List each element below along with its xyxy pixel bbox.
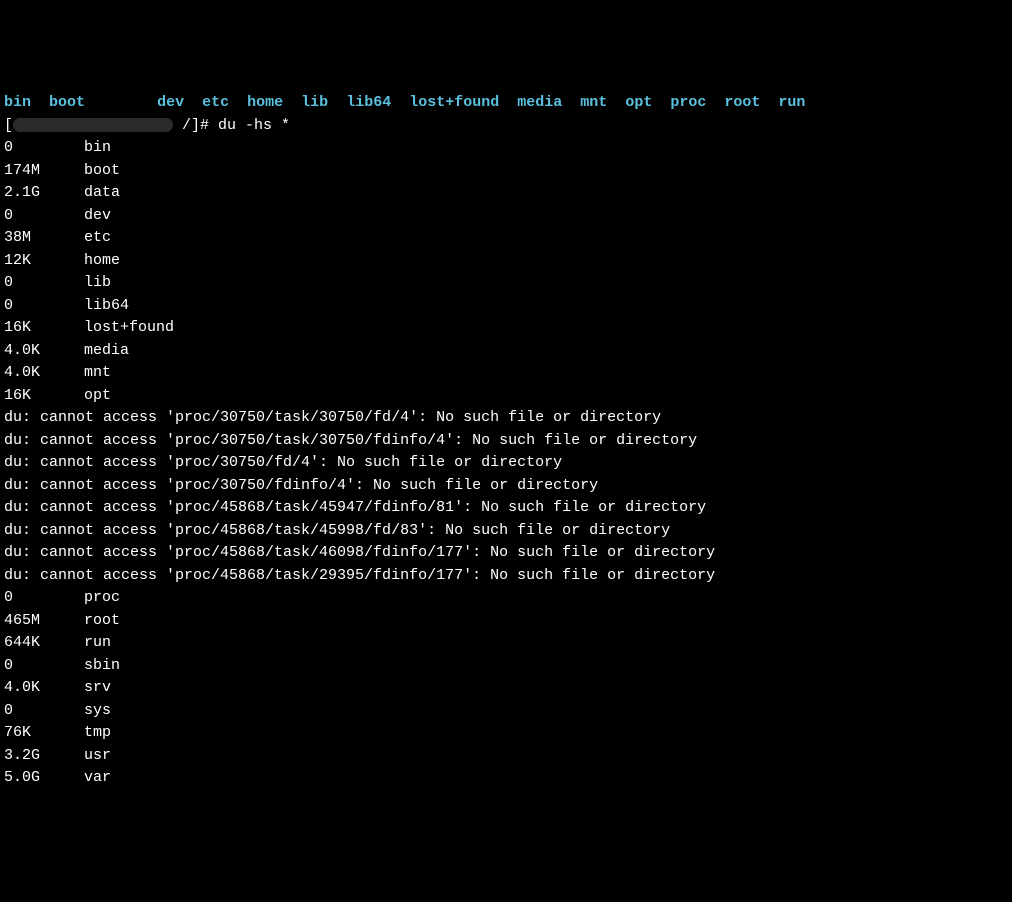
du-size: 16K — [4, 385, 84, 408]
du-name: tmp — [84, 722, 111, 745]
du-size: 2.1G — [4, 182, 84, 205]
du-size: 3.2G — [4, 745, 84, 768]
du-row: 76Ktmp — [4, 722, 1008, 745]
ls-color-partial-line: bin boot dev etc home lib lib64 lost+fou… — [4, 92, 1008, 115]
du-name: media — [84, 340, 129, 363]
du-row: 0bin — [4, 137, 1008, 160]
du-row: 38Metc — [4, 227, 1008, 250]
command-text: du -hs * — [218, 117, 290, 134]
du-size: 465M — [4, 610, 84, 633]
du-size: 38M — [4, 227, 84, 250]
du-row: 12Khome — [4, 250, 1008, 273]
du-size: 4.0K — [4, 362, 84, 385]
du-name: bin — [84, 137, 111, 160]
du-row: 4.0Kmnt — [4, 362, 1008, 385]
du-error-line: du: cannot access 'proc/30750/fd/4': No … — [4, 452, 1008, 475]
du-row: 4.0Ksrv — [4, 677, 1008, 700]
du-size: 76K — [4, 722, 84, 745]
du-name: root — [84, 610, 120, 633]
du-row: 0dev — [4, 205, 1008, 228]
du-size: 0 — [4, 272, 84, 295]
du-name: data — [84, 182, 120, 205]
du-error-line: du: cannot access 'proc/30750/fdinfo/4':… — [4, 475, 1008, 498]
du-row: 5.0Gvar — [4, 767, 1008, 790]
du-error-line: du: cannot access 'proc/30750/task/30750… — [4, 430, 1008, 453]
du-size: 0 — [4, 205, 84, 228]
du-row: 0lib — [4, 272, 1008, 295]
du-row: 0lib64 — [4, 295, 1008, 318]
du-row: 2.1Gdata — [4, 182, 1008, 205]
du-row: 3.2Gusr — [4, 745, 1008, 768]
du-name: proc — [84, 587, 120, 610]
du-size: 4.0K — [4, 340, 84, 363]
du-size: 644K — [4, 632, 84, 655]
du-name: run — [84, 632, 111, 655]
du-error-line: du: cannot access 'proc/30750/task/30750… — [4, 407, 1008, 430]
prompt-line: [ /]# du -hs * — [4, 115, 1008, 138]
du-name: opt — [84, 385, 111, 408]
du-error-line: du: cannot access 'proc/45868/task/46098… — [4, 542, 1008, 565]
du-row: 0sys — [4, 700, 1008, 723]
du-size: 12K — [4, 250, 84, 273]
du-size: 174M — [4, 160, 84, 183]
du-name: etc — [84, 227, 111, 250]
du-row: 644Krun — [4, 632, 1008, 655]
du-name: mnt — [84, 362, 111, 385]
du-name: boot — [84, 160, 120, 183]
du-name: usr — [84, 745, 111, 768]
redacted-hostname — [13, 118, 173, 132]
du-row: 16Kopt — [4, 385, 1008, 408]
du-row: 0proc — [4, 587, 1008, 610]
du-row: 465Mroot — [4, 610, 1008, 633]
terminal-output[interactable]: bin boot dev etc home lib lib64 lost+fou… — [4, 92, 1008, 790]
du-row: 174Mboot — [4, 160, 1008, 183]
du-size: 0 — [4, 295, 84, 318]
du-error-line: du: cannot access 'proc/45868/task/45998… — [4, 520, 1008, 543]
du-name: lost+found — [84, 317, 174, 340]
du-size: 4.0K — [4, 677, 84, 700]
du-size: 5.0G — [4, 767, 84, 790]
du-row: 16Klost+found — [4, 317, 1008, 340]
du-error-line: du: cannot access 'proc/45868/task/29395… — [4, 565, 1008, 588]
du-error-line: du: cannot access 'proc/45868/task/45947… — [4, 497, 1008, 520]
du-name: lib64 — [84, 295, 129, 318]
du-row: 4.0Kmedia — [4, 340, 1008, 363]
du-size: 0 — [4, 137, 84, 160]
du-name: sys — [84, 700, 111, 723]
du-name: srv — [84, 677, 111, 700]
du-size: 0 — [4, 587, 84, 610]
du-name: dev — [84, 205, 111, 228]
du-output-block: 0bin174Mboot2.1Gdata0dev38Metc12Khome0li… — [4, 137, 1008, 790]
du-size: 0 — [4, 700, 84, 723]
du-name: lib — [84, 272, 111, 295]
du-size: 16K — [4, 317, 84, 340]
du-name: var — [84, 767, 111, 790]
du-name: home — [84, 250, 120, 273]
